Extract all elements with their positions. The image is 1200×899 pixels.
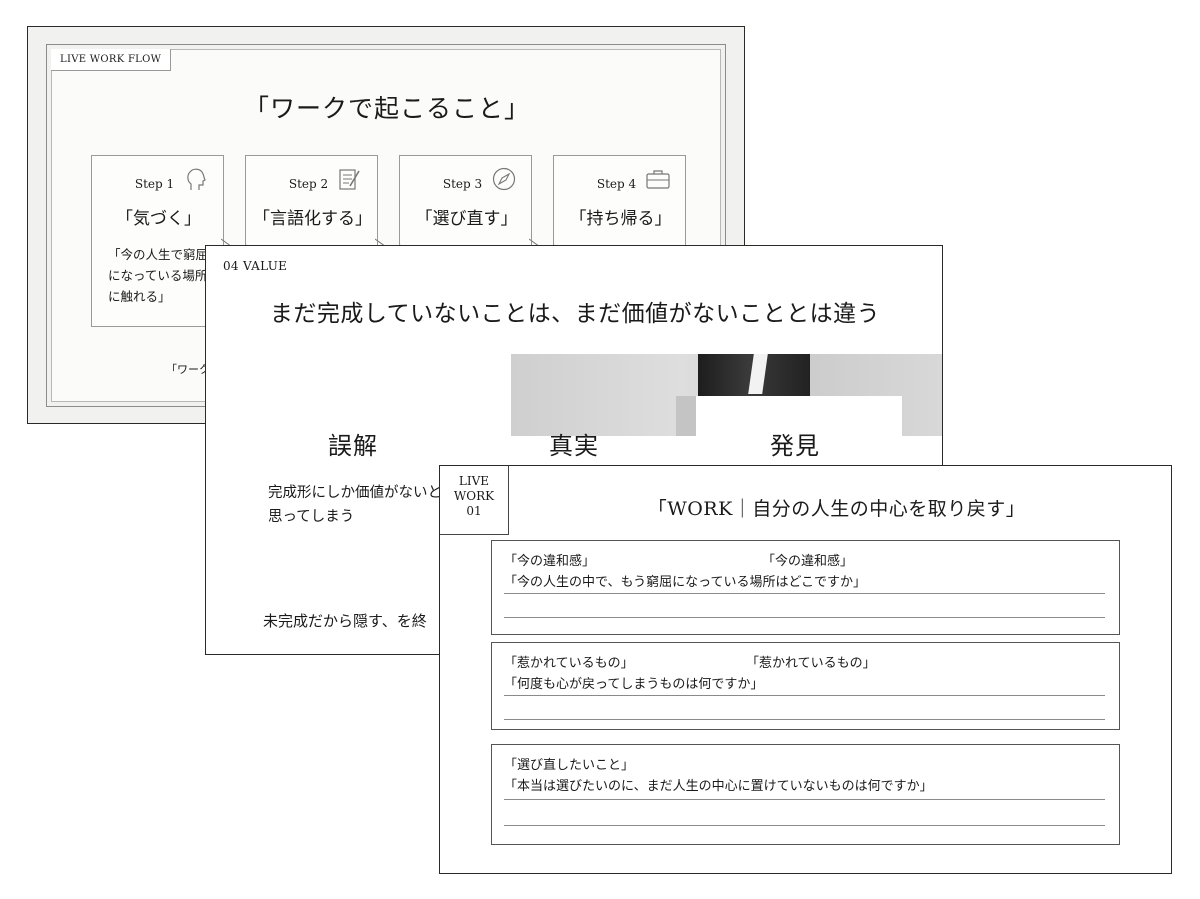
slide-worksheet: LIVE WORK 01 「WORK｜自分の人生の中心を取り戻す」 「今の違和感… [439,465,1172,874]
question-label: 「惹かれているもの」 [504,656,634,671]
step-name: 「気づく」 [116,209,201,229]
question-box-2: 「惹かれているもの」 「惹かれているもの」 「何度も心が戻ってしまうものは何です… [491,642,1120,730]
question-box-1: 「今の違和感」 「今の違和感」 「今の人生の中で、もう窮屈になっている場所はどこ… [491,540,1120,635]
question-label: 「選び直したいこと」 [504,758,635,773]
answer-line[interactable] [504,799,1105,800]
answer-line[interactable] [504,719,1105,720]
answer-line[interactable] [504,695,1105,696]
notepad-pencil-icon [339,169,360,190]
question-label: 「今の違和感」 [504,554,596,569]
head-profile-icon [187,168,206,190]
compass-icon [492,167,516,191]
badge-line: 01 [466,504,482,518]
slide-title: 「ワークで起こること」 [243,94,530,123]
slide-title: まだ完成していないことは、まだ価値がないこととは違う [269,301,881,327]
question-label-duplicate: 「今の違和感」 [762,554,854,569]
question-text: 「何度も心が戻ってしまうものは何ですか」 [504,677,764,692]
column-heading-truth: 真実 [549,432,599,460]
bottom-statement: 未完成だから隠す、を終 [263,612,427,630]
answer-line[interactable] [504,825,1105,826]
column-description: 完成形にしか価値がないと思ってしまう [268,485,442,525]
question-text: 「本当は選びたいのに、まだ人生の中心に置けていないものは何ですか」 [504,779,933,794]
step-name: 「持ち帰る」 [569,209,672,229]
section-label: 04 VALUE [223,259,288,273]
slide-tag: LIVE WORK FLOW [51,49,172,71]
briefcase-icon [646,170,670,189]
column-heading-discovery: 発見 [770,432,820,460]
slide-title: 「WORK｜自分の人生の中心を取り戻す」 [647,498,1026,520]
step-description: 「今の人生で窮屈になっている場所に触れる」 [108,247,209,304]
question-label-duplicate: 「惹かれているもの」 [746,656,876,671]
step-name: 「言語化する」 [253,209,372,229]
badge-line: LIVE [458,474,490,488]
question-box-3: 「選び直したいこと」 「本当は選びたいのに、まだ人生の中心に置けていないものは何… [491,744,1120,845]
live-work-badge: LIVE WORK 01 [440,466,509,535]
badge-line: WORK [453,489,495,503]
answer-line[interactable] [504,593,1105,594]
step-name: 「選び直す」 [415,209,518,229]
column-heading-misunderstanding: 誤解 [328,432,378,460]
photo-shadow-panel [676,396,698,436]
answer-line[interactable] [504,617,1105,618]
slide-footnote: 「ワーク [166,363,210,376]
question-text: 「今の人生の中で、もう窮屈になっている場所はどこですか」 [504,575,867,590]
